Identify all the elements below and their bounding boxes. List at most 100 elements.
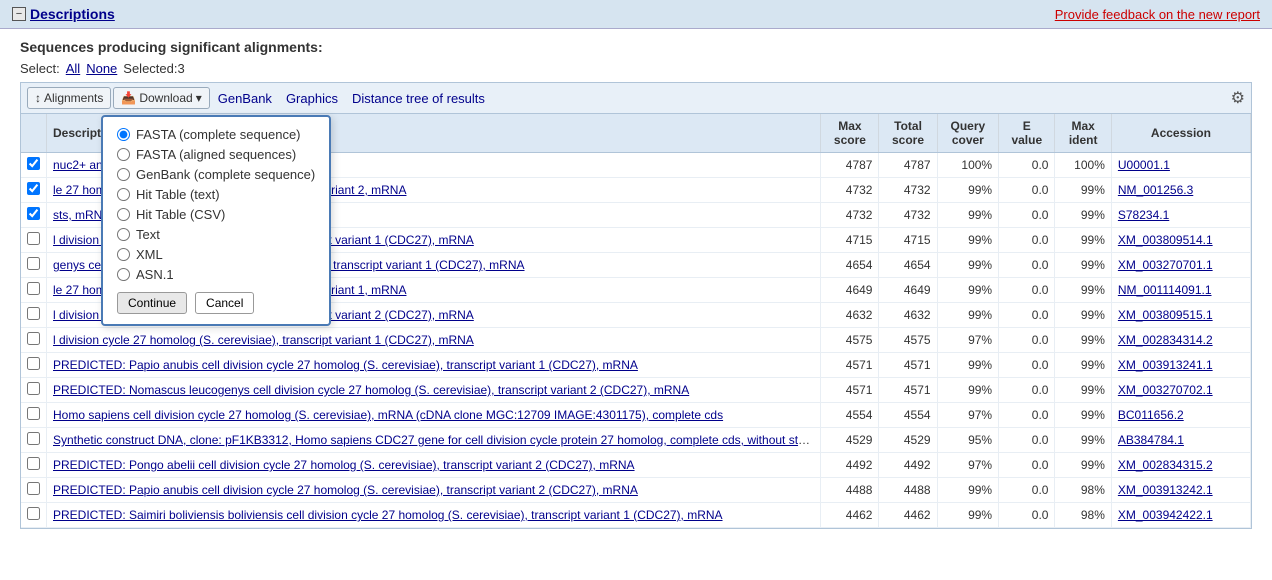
accession-link[interactable]: XM_003913241.1 [1118,358,1213,372]
row-checkbox[interactable] [27,182,40,195]
radio-genbank-complete[interactable] [117,168,130,181]
row-checkbox[interactable] [27,482,40,495]
row-total-score: 4571 [879,378,937,403]
continue-button[interactable]: Continue [117,292,187,314]
accession-link[interactable]: XM_003809514.1 [1118,233,1213,247]
table-row: Synthetic construct DNA, clone: pF1KB331… [21,428,1251,453]
descriptions-toggle: − Descriptions [12,6,115,22]
row-checkbox[interactable] [27,232,40,245]
description-link[interactable]: PREDICTED: Saimiri boliviensis boliviens… [53,508,723,522]
row-max-ident: 99% [1055,178,1111,203]
row-checkbox-cell [21,153,47,178]
accession-link[interactable]: NM_001114091.1 [1118,283,1212,297]
row-accession: XM_003942422.1 [1111,503,1250,528]
genbank-link[interactable]: GenBank [212,91,278,106]
collapse-button[interactable]: − [12,7,26,21]
radio-fasta-aligned[interactable] [117,148,130,161]
description-link[interactable]: l division cycle 27 homolog (S. cerevisi… [53,333,474,347]
row-checkbox[interactable] [27,507,40,520]
radio-text[interactable] [117,228,130,241]
distance-tree-link[interactable]: Distance tree of results [346,91,491,106]
table-row: l division cycle 27 homolog (S. cerevisi… [21,328,1251,353]
option-genbank-complete[interactable]: GenBank (complete sequence) [117,167,315,182]
select-none-link[interactable]: None [86,61,117,76]
table-row: PREDICTED: Pongo abelii cell division cy… [21,453,1251,478]
settings-gear-icon[interactable]: ⚙ [1231,88,1245,108]
row-checkbox[interactable] [27,457,40,470]
option-asn1[interactable]: ASN.1 [117,267,315,282]
row-checkbox-cell [21,428,47,453]
radio-asn1[interactable] [117,268,130,281]
radio-fasta-complete[interactable] [117,128,130,141]
row-checkbox[interactable] [27,257,40,270]
accession-link[interactable]: XM_002834315.2 [1118,458,1213,472]
row-total-score: 4715 [879,228,937,253]
accession-link[interactable]: XM_003270701.1 [1118,258,1213,272]
table-row: PREDICTED: Saimiri boliviensis boliviens… [21,503,1251,528]
option-hit-table-text-label: Hit Table (text) [136,187,220,202]
accession-link[interactable]: U00001.1 [1118,158,1170,172]
description-link[interactable]: PREDICTED: Papio anubis cell division cy… [53,483,638,497]
description-link[interactable]: PREDICTED: Pongo abelii cell division cy… [53,458,635,472]
row-e-value: 0.0 [999,378,1055,403]
accession-link[interactable]: XM_003913242.1 [1118,483,1213,497]
accession-link[interactable]: XM_002834314.2 [1118,333,1213,347]
row-max-score: 4529 [821,428,879,453]
row-checkbox[interactable] [27,307,40,320]
radio-hit-table-csv[interactable] [117,208,130,221]
description-link[interactable]: PREDICTED: Papio anubis cell division cy… [53,358,638,372]
row-total-score: 4571 [879,353,937,378]
row-checkbox[interactable] [27,432,40,445]
description-link[interactable]: Homo sapiens cell division cycle 27 homo… [53,408,723,422]
row-accession: U00001.1 [1111,153,1250,178]
alignments-icon: ↕ [35,91,41,105]
description-link[interactable]: PREDICTED: Nomascus leucogenys cell divi… [53,383,689,397]
option-text-label: Text [136,227,160,242]
option-xml[interactable]: XML [117,247,315,262]
row-max-score: 4654 [821,253,879,278]
row-max-score: 4571 [821,353,879,378]
select-all-link[interactable]: All [66,61,80,76]
accession-link[interactable]: XM_003270702.1 [1118,383,1213,397]
table-row: PREDICTED: Papio anubis cell division cy… [21,478,1251,503]
row-checkbox[interactable] [27,407,40,420]
accession-link[interactable]: XM_003809515.1 [1118,308,1213,322]
option-fasta-complete[interactable]: FASTA (complete sequence) [117,127,315,142]
row-checkbox[interactable] [27,382,40,395]
row-query-cover: 99% [937,353,999,378]
accession-link[interactable]: XM_003942422.1 [1118,508,1213,522]
option-fasta-aligned[interactable]: FASTA (aligned sequences) [117,147,315,162]
download-button[interactable]: 📥 Download ▾ [113,87,209,109]
row-total-score: 4787 [879,153,937,178]
row-checkbox[interactable] [27,207,40,220]
option-hit-table-text[interactable]: Hit Table (text) [117,187,315,202]
option-hit-table-csv[interactable]: Hit Table (CSV) [117,207,315,222]
row-description: Synthetic construct DNA, clone: pF1KB331… [47,428,821,453]
radio-hit-table-text[interactable] [117,188,130,201]
alignments-button[interactable]: ↕ Alignments [27,87,111,109]
descriptions-link[interactable]: Descriptions [30,6,115,22]
option-text[interactable]: Text [117,227,315,242]
row-accession: XM_002834314.2 [1111,328,1250,353]
row-max-ident: 98% [1055,478,1111,503]
row-max-ident: 99% [1055,228,1111,253]
radio-xml[interactable] [117,248,130,261]
row-query-cover: 97% [937,453,999,478]
accession-link[interactable]: NM_001256.3 [1118,183,1193,197]
row-accession: S78234.1 [1111,203,1250,228]
description-link[interactable]: Synthetic construct DNA, clone: pF1KB331… [53,433,821,447]
accession-link[interactable]: AB384784.1 [1118,433,1184,447]
graphics-link[interactable]: Graphics [280,91,344,106]
row-description: Homo sapiens cell division cycle 27 homo… [47,403,821,428]
cancel-button[interactable]: Cancel [195,292,254,314]
table-row: PREDICTED: Papio anubis cell division cy… [21,353,1251,378]
row-checkbox[interactable] [27,357,40,370]
row-checkbox[interactable] [27,332,40,345]
accession-link[interactable]: S78234.1 [1118,208,1169,222]
row-max-score: 4649 [821,278,879,303]
feedback-link[interactable]: Provide feedback on the new report [1055,7,1260,22]
accession-link[interactable]: BC011656.2 [1118,408,1184,422]
row-checkbox[interactable] [27,282,40,295]
row-checkbox[interactable] [27,157,40,170]
row-e-value: 0.0 [999,353,1055,378]
